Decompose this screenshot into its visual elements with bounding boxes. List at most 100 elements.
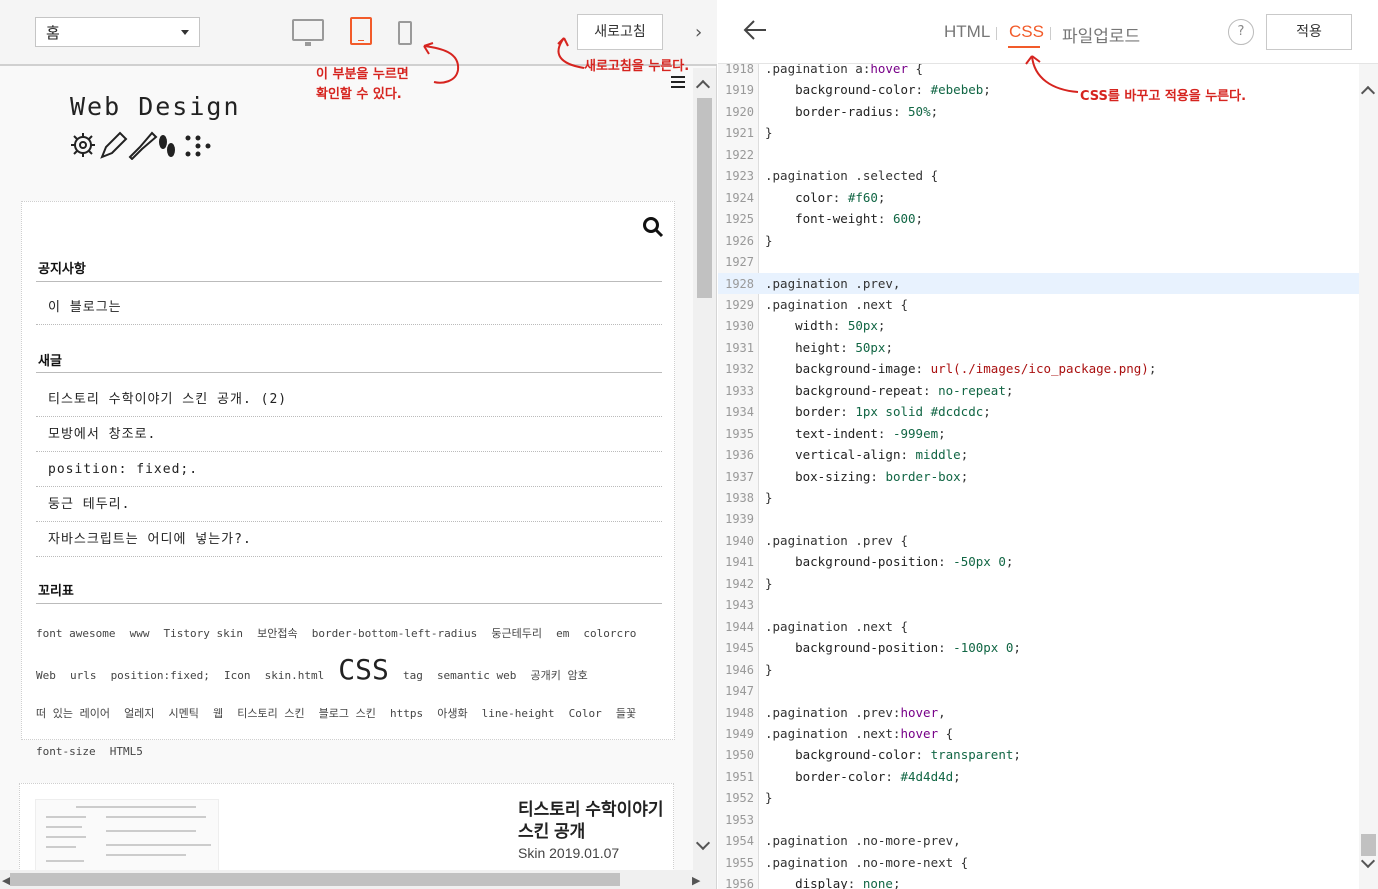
code-text[interactable]: } bbox=[759, 490, 773, 505]
recent-item[interactable]: 둥근 테두리. bbox=[36, 488, 662, 522]
code-line[interactable]: 1953 bbox=[718, 809, 1359, 830]
code-text[interactable]: .pagination .prev, bbox=[759, 276, 900, 291]
scrollbar-thumb[interactable] bbox=[10, 873, 620, 886]
code-text[interactable]: box-sizing: border-box; bbox=[759, 469, 968, 484]
code-line[interactable]: 1936 vertical-align: middle; bbox=[718, 444, 1359, 465]
code-text[interactable]: vertical-align: middle; bbox=[759, 447, 968, 462]
code-text[interactable]: text-indent: -999em; bbox=[759, 426, 946, 441]
notice-item[interactable]: 이 블로그는 bbox=[36, 291, 662, 325]
code-text[interactable]: .pagination .next:hover { bbox=[759, 726, 953, 741]
code-text[interactable] bbox=[759, 147, 765, 162]
code-text[interactable]: height: 50px; bbox=[759, 340, 893, 355]
tag-link[interactable]: 떠 있는 레이어 bbox=[36, 707, 110, 720]
code-line[interactable]: 1920 border-radius: 50%; bbox=[718, 101, 1359, 122]
code-line[interactable]: 1952} bbox=[718, 787, 1359, 808]
code-text[interactable]: width: 50px; bbox=[759, 318, 885, 333]
scrollbar-thumb[interactable] bbox=[1361, 834, 1376, 856]
code-line[interactable]: 1946} bbox=[718, 659, 1359, 680]
tag-link[interactable]: 보안접속 bbox=[257, 627, 297, 640]
code-line[interactable]: 1943 bbox=[718, 594, 1359, 615]
tablet-preview-icon[interactable] bbox=[350, 17, 372, 45]
back-arrow-icon[interactable] bbox=[742, 18, 768, 42]
code-line[interactable]: 1956 display: none; bbox=[718, 873, 1359, 889]
tag-link[interactable]: colorcro bbox=[583, 627, 636, 640]
tag-link[interactable]: Web bbox=[36, 669, 56, 682]
code-line[interactable]: 1947 bbox=[718, 680, 1359, 701]
code-text[interactable]: .pagination .no-more-next { bbox=[759, 855, 968, 870]
scroll-right-icon[interactable]: ▶ bbox=[692, 874, 700, 887]
code-text[interactable] bbox=[759, 812, 765, 827]
code-line[interactable]: 1933 background-repeat: no-repeat; bbox=[718, 380, 1359, 401]
tag-link[interactable]: urls bbox=[70, 669, 97, 682]
tag-link[interactable]: 웹 bbox=[213, 707, 223, 720]
tab-html[interactable]: HTML bbox=[944, 22, 990, 42]
code-line[interactable]: 1927 bbox=[718, 251, 1359, 272]
tag-link[interactable]: https bbox=[390, 707, 423, 720]
tag-link[interactable]: 얼레지 bbox=[124, 707, 154, 720]
recent-item[interactable]: 자바스크립트는 어디에 넣는가?. bbox=[36, 523, 662, 557]
code-text[interactable]: } bbox=[759, 125, 773, 140]
scroll-down-icon[interactable] bbox=[695, 835, 711, 851]
code-line[interactable]: 1937 box-sizing: border-box; bbox=[718, 466, 1359, 487]
code-text[interactable]: background-position: -100px 0; bbox=[759, 640, 1021, 655]
tag-link[interactable]: semantic web bbox=[437, 669, 516, 682]
tag-link[interactable]: skin.html bbox=[265, 669, 325, 682]
recent-item[interactable]: 모방에서 창조로. bbox=[36, 418, 662, 452]
code-text[interactable]: border-radius: 50%; bbox=[759, 104, 938, 119]
code-text[interactable] bbox=[759, 683, 765, 698]
recent-item[interactable]: 티스토리 수학이야기 스킨 공개. (2) bbox=[36, 383, 662, 417]
code-line[interactable]: 1928 .pagination .prev, bbox=[718, 272, 1359, 294]
tag-link[interactable]: 공개키 암호 bbox=[531, 669, 588, 682]
tag-link[interactable]: 둥근테두리 bbox=[491, 627, 542, 640]
code-text[interactable] bbox=[759, 254, 765, 269]
post-title[interactable]: 티스토리 수학이야기 스킨 공개 bbox=[518, 799, 668, 843]
scroll-down-icon[interactable] bbox=[1360, 853, 1376, 869]
code-text[interactable]: font-weight: 600; bbox=[759, 211, 923, 226]
page-select[interactable]: 홈 bbox=[35, 17, 200, 47]
code-line[interactable]: 1949 .pagination .next:hover { bbox=[718, 723, 1359, 744]
code-text[interactable] bbox=[759, 597, 765, 612]
recent-item[interactable]: position: fixed;. bbox=[36, 453, 662, 487]
code-text[interactable]: background-position: -50px 0; bbox=[759, 554, 1013, 569]
search-icon[interactable] bbox=[642, 216, 664, 238]
post-card[interactable]: 티스토리 수학이야기 스킨 공개 Skin 2019.01.07 bbox=[19, 783, 674, 870]
editor-vertical-scrollbar[interactable] bbox=[1359, 64, 1378, 889]
tag-link[interactable]: www bbox=[130, 627, 150, 640]
code-line[interactable]: 1924 color: #f60; bbox=[718, 187, 1359, 208]
code-line[interactable]: 1923 .pagination .selected { bbox=[718, 165, 1359, 186]
code-line[interactable]: 1922 bbox=[718, 144, 1359, 165]
code-text[interactable] bbox=[759, 511, 765, 526]
scroll-up-icon[interactable] bbox=[1360, 85, 1376, 101]
code-line[interactable]: 1950 background-color: transparent; bbox=[718, 744, 1359, 765]
tag-link[interactable]: 시멘틱 bbox=[169, 707, 199, 720]
code-text[interactable]: background-image: url(./images/ico_packa… bbox=[759, 361, 1156, 376]
code-line[interactable]: 1938} bbox=[718, 487, 1359, 508]
menu-icon[interactable] bbox=[671, 76, 685, 88]
tag-link[interactable]: position:fixed; bbox=[111, 669, 210, 682]
code-line[interactable]: 1932 background-image: url(./images/ico_… bbox=[718, 358, 1359, 379]
tag-link[interactable]: font-size bbox=[36, 745, 96, 758]
code-text[interactable]: border-color: #4d4d4d; bbox=[759, 769, 961, 784]
code-line[interactable]: 1929 .pagination .next { bbox=[718, 294, 1359, 315]
code-line[interactable]: 1939 bbox=[718, 508, 1359, 529]
code-text[interactable]: .pagination .selected { bbox=[759, 168, 938, 183]
code-text[interactable]: .pagination .next { bbox=[759, 619, 908, 634]
code-text[interactable]: } bbox=[759, 790, 773, 805]
tab-css[interactable]: CSS bbox=[1009, 22, 1044, 42]
code-line[interactable]: 1951 border-color: #4d4d4d; bbox=[718, 766, 1359, 787]
code-line[interactable]: 1925 font-weight: 600; bbox=[718, 208, 1359, 229]
code-text[interactable]: .pagination .prev { bbox=[759, 533, 908, 548]
tag-link[interactable]: Icon bbox=[224, 669, 251, 682]
tag-link[interactable]: 블로그 스킨 bbox=[319, 707, 376, 720]
desktop-preview-icon[interactable] bbox=[292, 19, 324, 46]
code-line[interactable]: 1955 .pagination .no-more-next { bbox=[718, 852, 1359, 873]
tag-link[interactable]: Color bbox=[569, 707, 602, 720]
code-line[interactable]: 1935 text-indent: -999em; bbox=[718, 423, 1359, 444]
code-line[interactable]: 1945 background-position: -100px 0; bbox=[718, 637, 1359, 658]
code-line[interactable]: 1942} bbox=[718, 573, 1359, 594]
scroll-up-icon[interactable] bbox=[695, 79, 711, 95]
code-text[interactable]: background-repeat: no-repeat; bbox=[759, 383, 1013, 398]
tag-link[interactable]: 들꽃 bbox=[616, 707, 636, 720]
code-line[interactable]: 1934 border: 1px solid #dcdcdc; bbox=[718, 401, 1359, 422]
code-text[interactable]: color: #f60; bbox=[759, 190, 885, 205]
